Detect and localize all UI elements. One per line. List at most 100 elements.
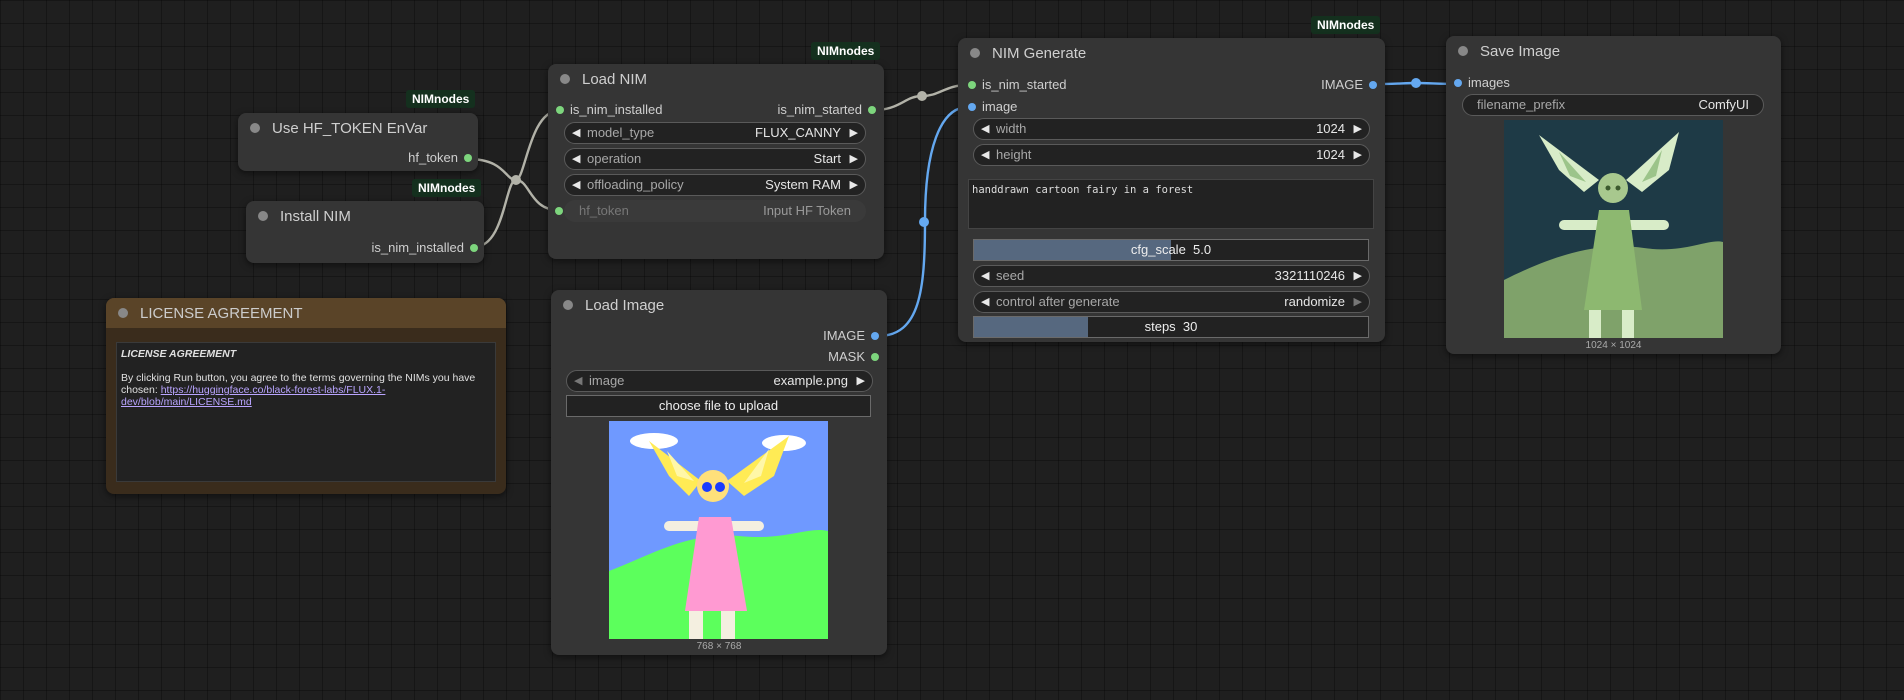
arrow-left-icon[interactable]: ◀ [981, 120, 989, 138]
collapse-dot-icon[interactable] [560, 74, 570, 84]
node-title: Use HF_TOKEN EnVar [272, 119, 428, 137]
output-slot-image[interactable]: IMAGE [823, 328, 879, 344]
connector-dot-icon[interactable] [470, 244, 478, 252]
input-slot-images[interactable]: images [1454, 75, 1510, 91]
prompt-textarea[interactable]: handdrawn cartoon fairy in a forest [968, 179, 1374, 229]
license-link[interactable]: https://huggingface.co/black-forest-labs… [121, 384, 385, 408]
node-use-hf-token[interactable]: Use HF_TOKEN EnVar hf_token [238, 113, 478, 171]
collapse-dot-icon[interactable] [250, 123, 260, 133]
text-filename-prefix[interactable]: filename_prefix ComfyUI [1462, 94, 1764, 116]
choose-file-button[interactable]: choose file to upload [566, 395, 871, 417]
slot-label: is_nim_started [777, 102, 862, 117]
slot-label: IMAGE [823, 328, 865, 343]
reroute-point [919, 217, 929, 227]
output-slot-image[interactable]: IMAGE [1321, 77, 1377, 93]
widget-label: hf_token [579, 203, 629, 218]
arrow-left-icon[interactable]: ◀ [981, 293, 989, 311]
node-load-image[interactable]: Load Image IMAGE MASK ◀ image example.pn… [551, 290, 887, 655]
combo-image[interactable]: ◀ image example.png ▶ [566, 370, 873, 392]
widget-label: operation [587, 151, 642, 166]
slider-text: steps 30 [1144, 319, 1198, 334]
nimnodes-badge: NIMnodes [811, 42, 881, 60]
collapse-dot-icon[interactable] [1458, 46, 1468, 56]
arrow-right-icon[interactable]: ▶ [850, 124, 858, 142]
combo-model-type[interactable]: ◀ model_type FLUX_CANNY ▶ [564, 122, 866, 144]
collapse-dot-icon[interactable] [970, 48, 980, 58]
connector-dot-icon[interactable] [871, 353, 879, 361]
reroute-point [511, 175, 521, 185]
connector-dot-icon[interactable] [556, 106, 564, 114]
widget-label: height [996, 147, 1032, 162]
node-install-nim[interactable]: Install NIM is_nim_installed [246, 201, 484, 263]
widget-value: randomize [1284, 294, 1345, 309]
connector-dot-icon[interactable] [871, 332, 879, 340]
collapse-dot-icon[interactable] [258, 211, 268, 221]
input-hf-token[interactable]: hf_token Input HF Token [555, 200, 866, 222]
slider-text: cfg_scale 5.0 [1130, 242, 1212, 257]
slider-cfg-scale[interactable]: cfg_scale 5.0 [973, 239, 1369, 261]
arrow-right-icon[interactable]: ▶ [850, 176, 858, 194]
image-size-caption: 768 × 768 [696, 641, 742, 652]
widget-value: 1024 [1316, 121, 1345, 136]
number-width[interactable]: ◀ width 1024 ▶ [973, 118, 1370, 140]
arrow-right-icon[interactable]: ▶ [850, 150, 858, 168]
wire-image [877, 105, 969, 338]
node-title-bar[interactable]: Use HF_TOKEN EnVar [238, 113, 478, 143]
collapse-dot-icon[interactable] [563, 300, 573, 310]
combo-operation[interactable]: ◀ operation Start ▶ [564, 148, 866, 170]
number-seed[interactable]: ◀ seed 3321110246 ▶ [973, 265, 1370, 287]
widget-label: seed [996, 268, 1025, 283]
node-load-nim[interactable]: Load NIM is_nim_installed is_nim_started… [548, 64, 884, 259]
arrow-left-icon[interactable]: ◀ [572, 176, 580, 194]
node-title-bar[interactable]: LICENSE AGREEMENT [106, 298, 506, 328]
node-title-bar[interactable]: Load Image [551, 290, 887, 320]
license-heading: LICENSE AGREEMENT [121, 348, 237, 360]
slider-steps[interactable]: steps 30 [973, 316, 1369, 338]
node-license-agreement[interactable]: LICENSE AGREEMENT LICENSE AGREEMENT By c… [106, 298, 506, 494]
connector-dot-icon[interactable] [968, 103, 976, 111]
number-height[interactable]: ◀ height 1024 ▶ [973, 144, 1370, 166]
node-title: Install NIM [280, 207, 351, 225]
arrow-left-icon[interactable]: ◀ [981, 146, 989, 164]
nimnodes-badge: NIMnodes [1311, 16, 1381, 34]
node-save-image[interactable]: Save Image images filename_prefix ComfyU… [1446, 36, 1781, 354]
widget-label: image [589, 373, 625, 388]
slot-label: images [1468, 75, 1510, 90]
arrow-right-icon[interactable]: ▶ [1354, 293, 1362, 311]
collapse-dot-icon[interactable] [118, 308, 128, 318]
input-slot-image[interactable]: image [968, 99, 1017, 115]
output-slot-hf-token[interactable]: hf_token [408, 150, 472, 166]
node-title-bar[interactable]: NIM Generate [958, 38, 1385, 68]
widget-label: offloading_policy [587, 177, 684, 192]
node-nim-generate[interactable]: NIM Generate is_nim_started image IMAGE … [958, 38, 1385, 342]
connector-dot-icon[interactable] [1369, 81, 1377, 89]
connector-dot-icon[interactable] [1454, 79, 1462, 87]
arrow-right-icon[interactable]: ▶ [857, 372, 865, 390]
arrow-left-icon[interactable]: ◀ [572, 124, 580, 142]
connector-dot-icon[interactable] [464, 154, 472, 162]
node-title-bar[interactable]: Load NIM [548, 64, 884, 94]
image-size-caption: 1024 × 1024 [1585, 340, 1642, 351]
node-title-bar[interactable]: Save Image [1446, 36, 1781, 66]
wire-started [873, 83, 969, 112]
node-title-bar[interactable]: Install NIM [246, 201, 484, 231]
arrow-right-icon[interactable]: ▶ [1354, 120, 1362, 138]
connector-dot-icon[interactable] [968, 81, 976, 89]
node-title: Save Image [1480, 42, 1561, 60]
arrow-left-icon[interactable]: ◀ [572, 150, 580, 168]
arrow-left-icon[interactable]: ◀ [981, 267, 989, 285]
output-slot-mask[interactable]: MASK [828, 349, 879, 365]
input-slot-is-nim-started[interactable]: is_nim_started [968, 77, 1067, 93]
wire-installed [473, 109, 559, 249]
arrow-right-icon[interactable]: ▶ [1354, 146, 1362, 164]
combo-offloading-policy[interactable]: ◀ offloading_policy System RAM ▶ [564, 174, 866, 196]
connector-dot-icon[interactable] [868, 106, 876, 114]
output-slot-is-nim-started[interactable]: is_nim_started [777, 102, 876, 118]
input-slot-is-nim-installed[interactable]: is_nim_installed [556, 102, 663, 118]
arrow-right-icon[interactable]: ▶ [1354, 267, 1362, 285]
widget-label: control after generate [996, 294, 1120, 309]
output-slot-is-nim-installed[interactable]: is_nim_installed [372, 240, 478, 256]
combo-control-after-generate[interactable]: ◀ control after generate randomize ▶ [973, 291, 1370, 313]
arrow-left-icon[interactable]: ◀ [574, 372, 582, 390]
connector-dot-icon[interactable] [555, 207, 563, 215]
